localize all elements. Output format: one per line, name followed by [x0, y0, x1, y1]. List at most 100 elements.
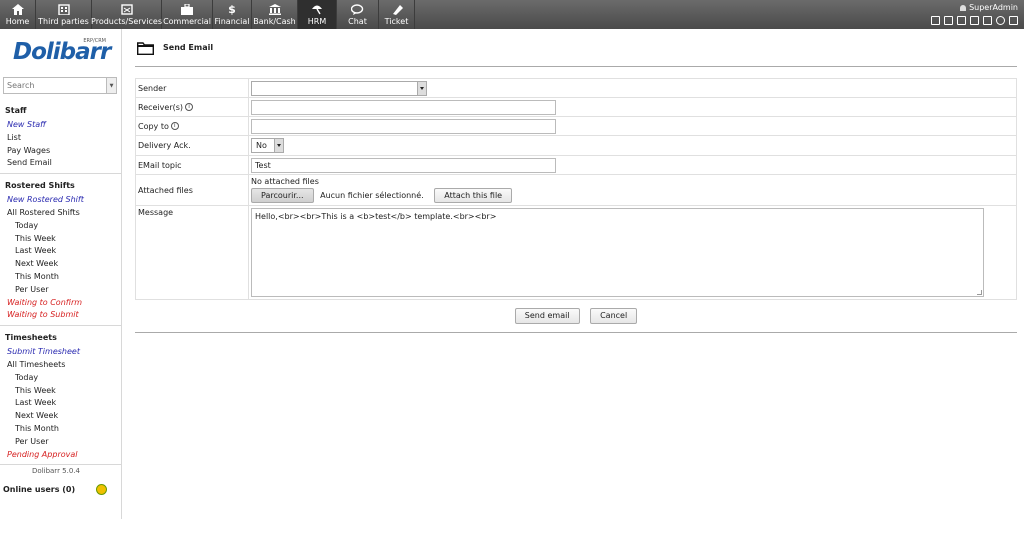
print-icon[interactable]	[983, 16, 992, 25]
menu-item-submit-timesheet[interactable]: Submit Timesheet	[0, 346, 121, 359]
cancel-button[interactable]: Cancel	[590, 308, 638, 324]
form-row-message: Message Hello,<br><br>This is a <b>test<…	[135, 205, 1017, 300]
topmenu-products[interactable]: Products/Services	[91, 0, 162, 29]
user-info[interactable]: SuperAdmin	[931, 2, 1018, 14]
menu-item-next-week[interactable]: Next Week	[0, 410, 121, 423]
topmenu-label: Bank/Cash	[253, 17, 296, 26]
menu-item-new-rostered[interactable]: New Rostered Shift	[0, 194, 121, 207]
menu-item-all-rostered[interactable]: All Rostered Shifts	[0, 207, 121, 220]
receivers-input[interactable]	[251, 99, 556, 115]
menu-item-per-user[interactable]: Per User	[0, 436, 121, 449]
topmenu-label: Products/Services	[91, 17, 162, 26]
topmenu-third-parties[interactable]: Third parties	[36, 0, 92, 29]
no-file-selected: Aucun fichier sélectionné.	[320, 191, 424, 200]
image-icon[interactable]	[957, 16, 966, 25]
attach-file-button[interactable]: Attach this file	[434, 188, 513, 203]
menu-item-new-staff[interactable]: New Staff	[0, 119, 121, 132]
dollar-icon: $	[228, 2, 236, 16]
label-delivery: Delivery Ack.	[135, 135, 249, 156]
menu-item-today[interactable]: Today	[0, 220, 121, 233]
cell-topic: Test	[248, 155, 1017, 175]
browse-button[interactable]: Parcourir...	[251, 188, 314, 203]
form-row-attached: Attached files No attached files Parcour…	[135, 174, 1017, 206]
topmenu-ticket[interactable]: Ticket	[379, 0, 415, 29]
divider	[135, 332, 1017, 333]
resize-grip-icon[interactable]	[977, 290, 982, 295]
label-copyto-cell: Copy to i	[135, 116, 249, 136]
form-row-copyto: Copy to i	[135, 116, 1017, 136]
topic-input[interactable]: Test	[251, 157, 556, 173]
export-icon[interactable]	[970, 16, 979, 25]
search-box: ▼	[3, 77, 117, 94]
menu-item-pending-approval[interactable]: Pending Approval	[0, 449, 121, 462]
online-users: Online users (0)	[3, 485, 76, 494]
topmenu-label: Ticket	[384, 17, 409, 26]
menu-item-today[interactable]: Today	[0, 372, 121, 385]
topmenu-label: HRM	[307, 17, 327, 26]
form-row-receivers: Receiver(s) i	[135, 97, 1017, 117]
menu-item-this-week[interactable]: This Week	[0, 233, 121, 246]
email-form: Sender Receiver(s) i Copy to i Delivery Ac…	[135, 78, 1017, 300]
users-icon	[96, 484, 107, 495]
menu-head-timesheets[interactable]: Timesheets	[0, 330, 121, 346]
user-tools	[931, 16, 1018, 25]
send-email-button[interactable]: Send email	[514, 308, 580, 324]
help-icon[interactable]	[996, 16, 1005, 25]
topmenu-bank-cash[interactable]: Bank/Cash	[252, 0, 298, 29]
delivery-select[interactable]: No	[251, 138, 284, 153]
topmenu-label: Third parties	[38, 17, 89, 26]
cell-receivers	[248, 97, 1017, 117]
home-icon	[11, 3, 25, 16]
menu-item-all-timesheets[interactable]: All Timesheets	[0, 359, 121, 372]
main-content: Send Email Sender Receiver(s) i Copy to i …	[135, 29, 1017, 333]
search-dropdown-icon[interactable]: ▼	[106, 78, 116, 93]
cell-sender	[248, 78, 1017, 98]
menu-item-last-week[interactable]: Last Week	[0, 397, 121, 410]
logo[interactable]: Dolibarr ERP/CRM	[13, 38, 111, 65]
copyto-input[interactable]	[251, 118, 556, 134]
menu-item-waiting-submit[interactable]: Waiting to Submit	[0, 309, 121, 322]
label-receivers-cell: Receiver(s) i	[135, 97, 249, 117]
menu-head-rostered[interactable]: Rostered Shifts	[0, 178, 121, 194]
cell-copyto	[248, 116, 1017, 136]
chat-icon	[351, 3, 365, 16]
user-icon	[960, 5, 967, 11]
label-topic: EMail topic	[135, 155, 249, 175]
topmenu-financial[interactable]: $ Financial	[213, 0, 252, 29]
checkbox-icon[interactable]	[931, 16, 940, 25]
menu-block-rostered: Rostered Shifts New Rostered Shift All R…	[0, 178, 121, 327]
cell-delivery: No	[248, 135, 1017, 156]
search-input[interactable]	[4, 78, 106, 93]
topmenu-home[interactable]: Home	[0, 0, 36, 29]
version-text: Dolibarr 5.0.4	[32, 467, 80, 475]
topmenu-hrm[interactable]: HRM	[298, 0, 337, 29]
label-receivers: Receiver(s)	[138, 102, 184, 112]
menu-item-send-email[interactable]: Send Email	[0, 157, 121, 170]
sender-select[interactable]	[251, 80, 427, 96]
topmenu-commercial[interactable]: Commercial	[162, 0, 213, 29]
topmenu-chat[interactable]: Chat	[337, 0, 379, 29]
form-row-sender: Sender	[135, 78, 1017, 98]
logo-erp: ERP/CRM	[83, 38, 106, 44]
menu-item-per-user[interactable]: Per User	[0, 284, 121, 297]
folder-icon	[137, 41, 154, 55]
info-icon[interactable]: i	[185, 103, 194, 111]
menu-head-staff[interactable]: Staff	[0, 103, 121, 119]
logout-icon[interactable]	[1009, 16, 1018, 25]
message-textarea[interactable]: Hello,<br><br>This is a <b>test</b> temp…	[251, 208, 984, 297]
briefcase-icon	[180, 3, 194, 16]
sidebar-menu: Staff New Staff List Pay Wages Send Emai…	[0, 103, 121, 469]
building-icon	[57, 3, 71, 16]
menu-item-list[interactable]: List	[0, 132, 121, 145]
info-icon[interactable]: i	[170, 122, 179, 130]
menu-item-next-week[interactable]: Next Week	[0, 258, 121, 271]
menu-item-this-month[interactable]: This Month	[0, 271, 121, 284]
menu-item-this-week[interactable]: This Week	[0, 385, 121, 398]
menu-item-this-month[interactable]: This Month	[0, 423, 121, 436]
box-icon	[120, 3, 134, 16]
menu-item-last-week[interactable]: Last Week	[0, 245, 121, 258]
menu-item-pay-wages[interactable]: Pay Wages	[0, 145, 121, 158]
user-name: SuperAdmin	[969, 3, 1018, 12]
login-icon[interactable]	[944, 16, 953, 25]
menu-item-waiting-confirm[interactable]: Waiting to Confirm	[0, 297, 121, 310]
